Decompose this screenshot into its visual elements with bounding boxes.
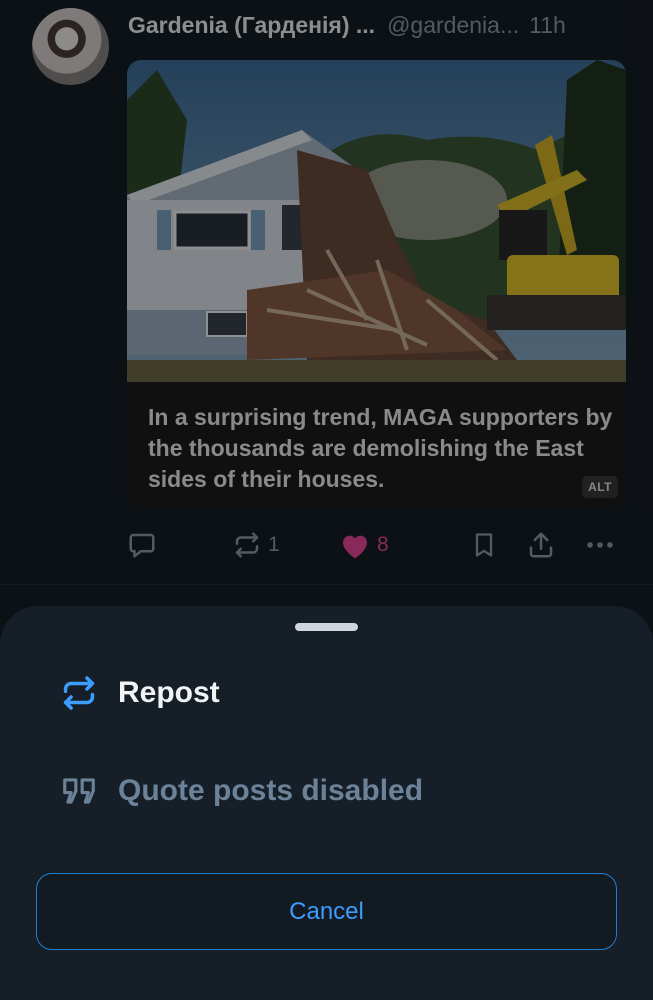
repost-icon	[63, 676, 95, 710]
quote-icon	[63, 778, 95, 804]
cancel-button[interactable]: Cancel	[36, 873, 617, 950]
quote-post-option: Quote posts disabled	[60, 772, 423, 810]
sheet-drag-handle[interactable]	[295, 623, 358, 631]
quote-option-label: Quote posts disabled	[118, 774, 424, 807]
repost-option-label: Repost	[118, 676, 220, 709]
repost-bottom-sheet: Repost Quote posts disabled Cancel	[0, 606, 653, 1000]
repost-option[interactable]: Repost	[60, 674, 220, 712]
